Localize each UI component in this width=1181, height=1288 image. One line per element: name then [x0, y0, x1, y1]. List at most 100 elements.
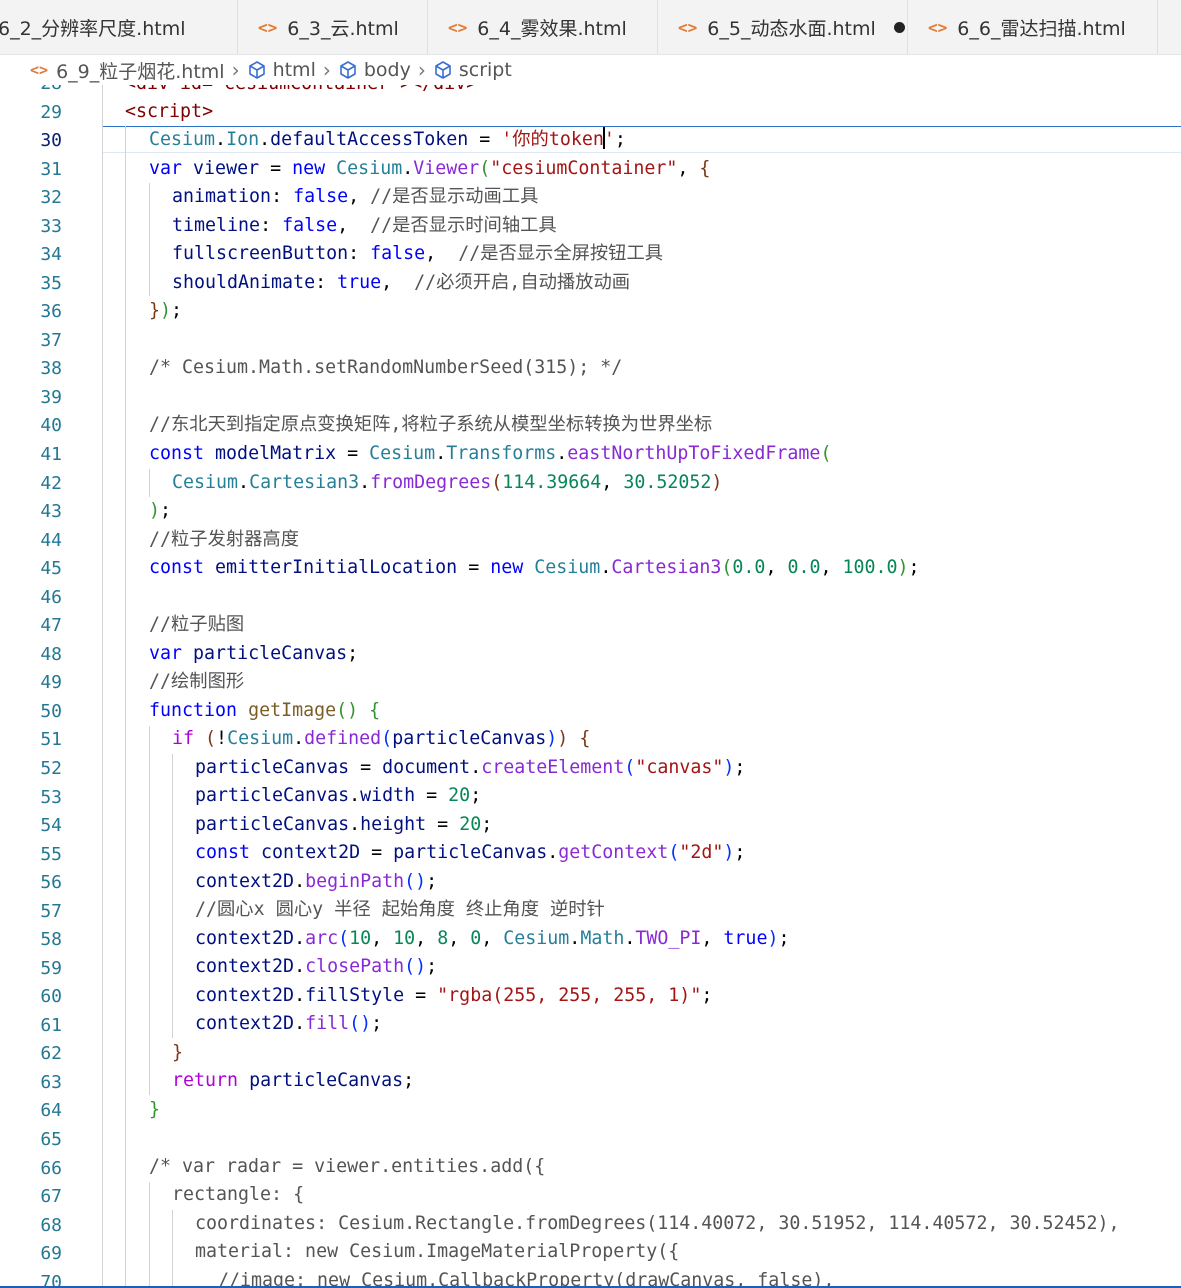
html-file-icon: <> [30, 61, 49, 79]
breadcrumb-item-label: body [363, 59, 411, 81]
line-number: 30 [40, 130, 62, 151]
tab-label: 6_3_云.html [287, 17, 399, 40]
breadcrumb-item-body[interactable]: body [338, 59, 411, 81]
cube-icon [435, 61, 451, 79]
line-number: 66 [40, 1158, 62, 1179]
code-text: function getImage() { [149, 700, 381, 721]
line-number: 34 [40, 244, 62, 265]
code-line-34: fullscreenButton: false, //是否显示全屏按钮工具 [102, 240, 1181, 268]
code-line-42: Cesium.Cartesian3.fromDegrees(114.39664,… [102, 469, 1181, 497]
editor-tab-bar: 6_2_分辨率尺度.html <> 6_3_云.html <> 6_4_雾效果.… [0, 0, 1181, 55]
code-text: //粒子发射器高度 [149, 529, 299, 550]
chevron-right-icon: › [322, 58, 331, 82]
line-number: 51 [40, 729, 62, 750]
code-line-60: context2D.fillStyle = "rgba(255, 255, 25… [102, 982, 1181, 1010]
code-line-70: //image: new Cesium.CallbackProperty(dra… [102, 1267, 1181, 1288]
line-number: 69 [40, 1243, 62, 1264]
line-number: 58 [40, 929, 62, 950]
code-line-40: //东北天到指定原点变换矩阵,将粒子系统从模型坐标转换为世界坐标 [102, 411, 1181, 439]
code-text: timeline: false, //是否显示时间轴工具 [172, 215, 557, 236]
breadcrumb-item-html[interactable]: html [247, 59, 316, 81]
code-text: var particleCanvas; [149, 643, 359, 664]
code-text: const modelMatrix = Cesium.Transforms.ea… [149, 443, 832, 464]
line-number-gutter: 28 29 30 31 32 33 34 35 36 37 38 39 40 41 42 43 44 45 46 47… [0, 85, 100, 1288]
code-text: context2D.arc(10, 10, 8, 0, Cesium.Math.… [195, 928, 790, 949]
code-text: }); [149, 300, 183, 321]
tab-6-5[interactable]: <> 6_5_动态水面.html [658, 0, 908, 54]
line-number: 54 [40, 815, 62, 836]
breadcrumb-item-label: html [272, 59, 316, 81]
line-number: 41 [40, 444, 62, 465]
code-line-30: Cesium.Ion.defaultAccessToken = '你的token… [102, 126, 1181, 154]
line-number: 61 [40, 1015, 62, 1036]
code-area[interactable]: <div id="cesiumContainer"></div> <script… [102, 85, 1181, 1288]
tab-6-4[interactable]: <> 6_4_雾效果.html [428, 0, 658, 54]
line-number: 67 [40, 1186, 62, 1207]
line-number: 68 [40, 1215, 62, 1236]
code-line-38: /* Cesium.Math.setRandomNumberSeed(315);… [102, 354, 1181, 382]
tab-overflow[interactable] [1158, 0, 1181, 54]
code-text: <div id="cesiumContainer"></div> [125, 85, 477, 98]
code-text: Cesium.Ion.defaultAccessToken = '你的token… [149, 127, 626, 150]
line-number: 35 [40, 273, 62, 294]
code-line-62: } [102, 1039, 1181, 1067]
code-text: particleCanvas.width = 20; [195, 785, 482, 806]
code-text: fullscreenButton: false, //是否显示全屏按钮工具 [172, 243, 664, 264]
line-number: 56 [40, 872, 62, 893]
code-line-66: /* var radar = viewer.entities.add({ [102, 1153, 1181, 1181]
code-text: //东北天到指定原点变换矩阵,将粒子系统从模型坐标转换为世界坐标 [149, 414, 713, 435]
tab-label: 6_6_雷达扫描.html [957, 17, 1126, 40]
code-text: //绘制图形 [149, 671, 245, 692]
tab-label: 6_4_雾效果.html [477, 17, 627, 40]
code-line-51: if (!Cesium.defined(particleCanvas)) { [102, 725, 1181, 753]
code-line-45: const emitterInitialLocation = new Cesiu… [102, 554, 1181, 582]
code-text: //image: new Cesium.CallbackProperty(dra… [218, 1270, 835, 1288]
code-text: shouldAnimate: true, //必须开启,自动播放动画 [172, 272, 631, 293]
line-number: 36 [40, 301, 62, 322]
breadcrumb-item-script[interactable]: script [433, 59, 512, 81]
line-number: 60 [40, 986, 62, 1007]
code-text: //粒子贴图 [149, 614, 245, 635]
code-text: <script> [125, 101, 214, 122]
tab-label: 6_5_动态水面.html [707, 17, 876, 40]
line-number: 46 [40, 587, 62, 608]
line-number: 37 [40, 330, 62, 351]
line-number: 52 [40, 758, 62, 779]
html-file-icon: <> [928, 17, 948, 37]
line-number: 64 [40, 1100, 62, 1121]
line-number: 57 [40, 901, 62, 922]
breadcrumb-file[interactable]: <> 6_9_粒子烟花.html [0, 57, 225, 84]
code-text: rectangle: { [172, 1184, 305, 1205]
code-line-64: } [102, 1096, 1181, 1124]
tab-6-3[interactable]: <> 6_3_云.html [238, 0, 428, 54]
line-number: 31 [40, 159, 62, 180]
code-text: /* Cesium.Math.setRandomNumberSeed(315);… [149, 357, 623, 378]
code-line-69: material: new Cesium.ImageMaterialProper… [102, 1238, 1181, 1266]
code-text: if (!Cesium.defined(particleCanvas)) { [172, 728, 591, 749]
code-line-61: context2D.fill(); [102, 1010, 1181, 1038]
tab-6-2[interactable]: 6_2_分辨率尺度.html [0, 0, 238, 54]
code-line-58: context2D.arc(10, 10, 8, 0, Cesium.Math.… [102, 925, 1181, 953]
line-number: 63 [40, 1072, 62, 1093]
code-text: var viewer = new Cesium.Viewer("cesiumCo… [149, 158, 711, 179]
unsaved-dot-icon[interactable] [893, 21, 905, 33]
breadcrumb-item-label: script [458, 59, 512, 81]
code-line-31: var viewer = new Cesium.Viewer("cesiumCo… [102, 155, 1181, 183]
code-editor[interactable]: 28 29 30 31 32 33 34 35 36 37 38 39 40 41 42 43 44 45 46 47… [0, 85, 1181, 1288]
breadcrumb: <> 6_9_粒子烟花.html › html › body › script [0, 55, 1181, 85]
tab-6-6[interactable]: <> 6_6_雷达扫描.html [908, 0, 1158, 54]
code-text: context2D.beginPath(); [195, 871, 438, 892]
code-line-44: //粒子发射器高度 [102, 526, 1181, 554]
code-line-59: context2D.closePath(); [102, 953, 1181, 981]
line-number: 40 [40, 415, 62, 436]
html-file-icon: <> [678, 17, 698, 37]
code-text: ); [149, 500, 172, 521]
code-text: //圆心x 圆心y 半径 起始角度 终止角度 逆时针 [195, 899, 605, 920]
code-text: /* var radar = viewer.entities.add({ [149, 1156, 546, 1177]
breadcrumb-file-label: 6_9_粒子烟花.html [56, 60, 225, 83]
line-number: 55 [40, 844, 62, 865]
code-text: context2D.fill(); [195, 1013, 383, 1034]
line-number: 48 [40, 644, 62, 665]
line-number: 65 [40, 1129, 62, 1150]
code-text: particleCanvas.height = 20; [195, 814, 493, 835]
